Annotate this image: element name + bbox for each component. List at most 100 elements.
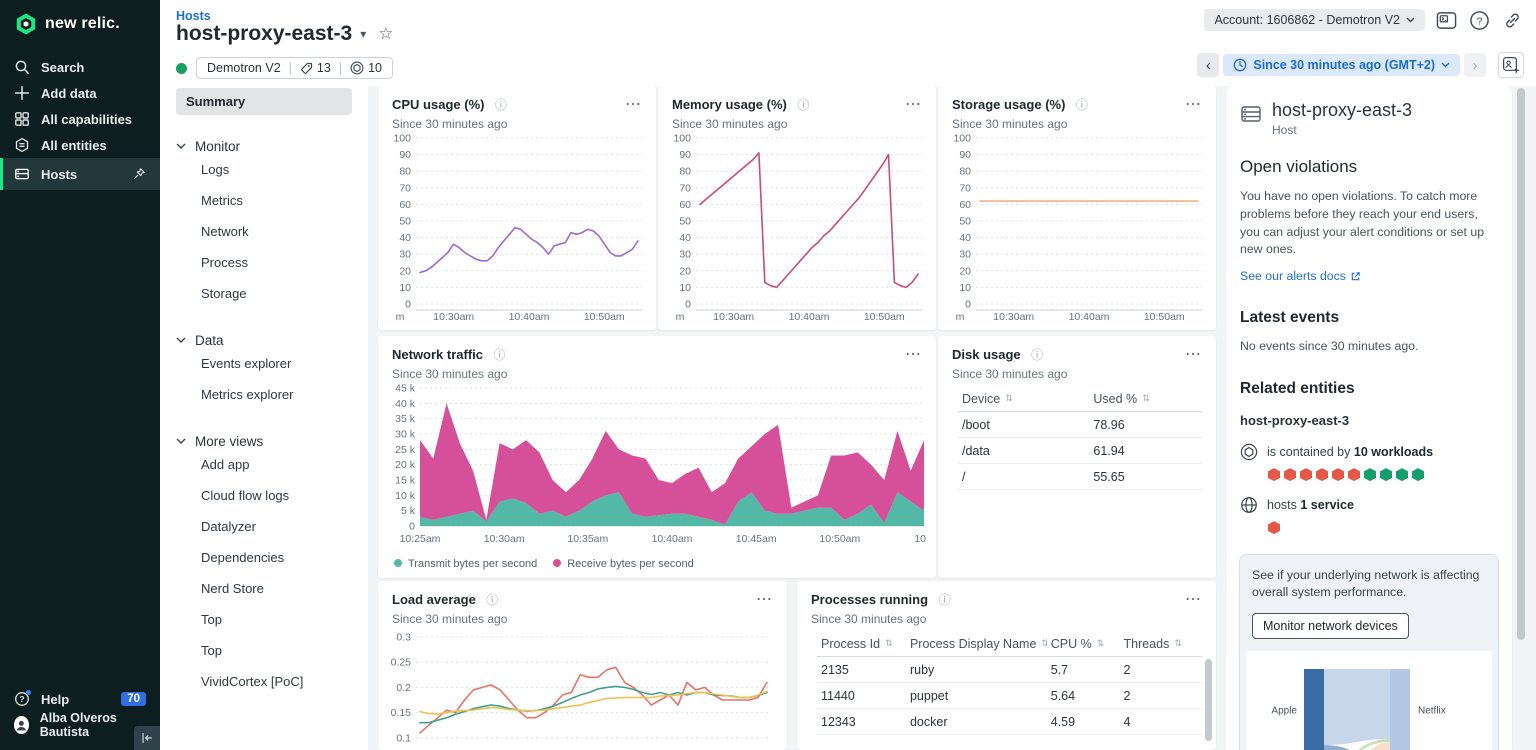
card-menu-icon[interactable]: ⋯: [905, 344, 922, 364]
column-header[interactable]: Used %⇅: [1089, 392, 1202, 406]
subnav-item-metrics-explorer[interactable]: Metrics explorer: [176, 379, 352, 410]
subnav-item-dependencies[interactable]: Dependencies: [176, 542, 352, 573]
card-menu-icon[interactable]: ⋯: [905, 94, 922, 114]
info-icon[interactable]: ⓘ: [1076, 98, 1088, 112]
network-sankey-chart[interactable]: AppleMicrosoft AzureNetflixAmazon + AWSA…: [1246, 651, 1492, 750]
sidebar-item-hosts[interactable]: Hosts: [0, 158, 160, 190]
time-picker[interactable]: Since 30 minutes ago (GMT+2): [1223, 54, 1460, 76]
card-menu-icon[interactable]: ⋯: [1185, 344, 1202, 364]
card-menu-icon[interactable]: ⋯: [1185, 589, 1202, 609]
card-menu-icon[interactable]: ⋯: [1185, 94, 1202, 114]
query-console-button[interactable]: [1434, 8, 1458, 32]
copy-link-button[interactable]: [1500, 8, 1524, 32]
column-header[interactable]: Threads⇅: [1120, 637, 1202, 651]
entity-hexagon[interactable]: [1411, 468, 1425, 481]
subnav-section-more-views[interactable]: More views: [176, 434, 352, 449]
entity-hexagon[interactable]: [1283, 468, 1297, 481]
title-chevron-down-icon[interactable]: ▾: [360, 27, 366, 41]
subnav-item-add-app[interactable]: Add app: [176, 449, 352, 480]
subnav-item-storage[interactable]: Storage: [176, 278, 352, 309]
info-icon[interactable]: ⓘ: [1031, 348, 1043, 362]
subnav-item-logs[interactable]: Logs: [176, 154, 352, 185]
subnav-item-events-explorer[interactable]: Events explorer: [176, 348, 352, 379]
pin-icon[interactable]: [132, 167, 146, 181]
help-center-button[interactable]: ?: [1467, 8, 1491, 32]
subnav-section-data[interactable]: Data: [176, 333, 352, 348]
subnav-item-datalyzer[interactable]: Datalyzer: [176, 511, 352, 542]
table-row[interactable]: /55.65: [958, 464, 1202, 490]
monitor-network-devices-button[interactable]: Monitor network devices: [1252, 613, 1409, 639]
table-scrollbar[interactable]: [1205, 659, 1212, 741]
subnav-item-process[interactable]: Process: [176, 247, 352, 278]
time-forward-button[interactable]: ›: [1464, 53, 1486, 77]
entity-hexagon[interactable]: [1267, 468, 1281, 481]
network-traffic-chart[interactable]: 05 k10 k15 k20 k25 k30 k35 k40 k45 k10:2…: [386, 382, 928, 546]
subnav-item-vividcortex-poc-[interactable]: VividCortex [PoC]: [176, 666, 352, 697]
column-header[interactable]: Device⇅: [958, 392, 1089, 406]
sidebar-item-all-capabilities[interactable]: All capabilities: [0, 106, 160, 132]
column-header[interactable]: CPU %⇅: [1047, 637, 1120, 651]
table-row[interactable]: 12343docker4.594: [817, 709, 1202, 735]
table-row[interactable]: 2135ruby5.72: [817, 657, 1202, 683]
entity-hexagon[interactable]: [1331, 468, 1345, 481]
info-icon[interactable]: ⓘ: [495, 98, 507, 112]
workload-hexagons[interactable]: [1267, 468, 1498, 481]
sort-icon[interactable]: ⇅: [1097, 639, 1105, 648]
table-row[interactable]: /boot78.96: [958, 412, 1202, 438]
sidebar-item-search[interactable]: Search: [0, 54, 160, 80]
account-switcher[interactable]: Account: 1606862 - Demotron V2: [1204, 9, 1425, 31]
notification-dot: [26, 690, 31, 695]
new-relic-logo[interactable]: new relic.: [0, 0, 160, 46]
entity-hexagon[interactable]: [1363, 468, 1377, 481]
table-row[interactable]: 11440puppet5.642: [817, 683, 1202, 709]
subnav-item-nerd-store[interactable]: Nerd Store: [176, 573, 352, 604]
column-header[interactable]: Process Display Name⇅: [906, 637, 1047, 651]
table-row[interactable]: /data61.94: [958, 438, 1202, 464]
info-icon[interactable]: ⓘ: [493, 348, 505, 362]
subnav-item-summary[interactable]: Summary: [176, 88, 352, 115]
cpu-usage-chart[interactable]: 0102030405060708090100m10:30am10:40am10:…: [386, 132, 648, 324]
sidebar-item-add-data[interactable]: Add data: [0, 80, 160, 106]
entity-hexagon[interactable]: [1395, 468, 1409, 481]
info-icon[interactable]: ⓘ: [797, 98, 809, 112]
svg-text:40: 40: [399, 232, 411, 244]
page-scrollbar[interactable]: [1517, 88, 1525, 640]
subnav-item-metrics[interactable]: Metrics: [176, 185, 352, 216]
time-back-button[interactable]: ‹: [1197, 53, 1219, 77]
alerts-docs-link[interactable]: See our alerts docs: [1240, 269, 1361, 283]
add-to-dashboard-button[interactable]: [1498, 52, 1524, 78]
card-menu-icon[interactable]: ⋯: [625, 94, 642, 114]
entity-hexagon[interactable]: [1315, 468, 1329, 481]
column-header[interactable]: Process Id⇅: [817, 637, 906, 651]
sidebar-item-all-entities[interactable]: All entities: [0, 132, 160, 158]
subnav-item-top[interactable]: Top: [176, 604, 352, 635]
related-entities-heading: Related entities: [1240, 380, 1498, 398]
sort-icon[interactable]: ⇅: [1005, 394, 1013, 403]
info-icon[interactable]: ⓘ: [939, 593, 951, 607]
sort-icon[interactable]: ⇅: [885, 639, 893, 648]
memory-usage-chart[interactable]: 0102030405060708090100m10:30am10:40am10:…: [666, 132, 928, 324]
info-icon[interactable]: ⓘ: [486, 593, 498, 607]
subnav-item-top[interactable]: Top: [176, 635, 352, 666]
load-average-chart[interactable]: 0.050.10.150.20.250.3: [386, 627, 779, 750]
subnav-item-network[interactable]: Network: [176, 216, 352, 247]
service-hexagons[interactable]: [1267, 521, 1498, 534]
entity-hexagon[interactable]: [1347, 468, 1361, 481]
sort-icon[interactable]: ⇅: [1174, 639, 1182, 648]
card-menu-icon[interactable]: ⋯: [756, 589, 773, 609]
favorite-star-icon[interactable]: ☆: [378, 24, 393, 44]
entity-hexagon[interactable]: [1299, 468, 1313, 481]
entity-hexagon[interactable]: [1267, 521, 1281, 534]
breadcrumb[interactable]: Hosts: [176, 9, 211, 23]
svg-text:10:30am: 10:30am: [484, 533, 525, 545]
entity-hexagon[interactable]: [1379, 468, 1393, 481]
entity-meta-pill[interactable]: Demotron V2 | 13 | 10: [196, 57, 393, 79]
legend-item-receive[interactable]: Receive bytes per second: [553, 558, 694, 570]
collapse-sidebar-button[interactable]: [134, 726, 160, 750]
legend-item-transmit[interactable]: Transmit bytes per second: [394, 558, 537, 570]
subnav-section-monitor[interactable]: Monitor: [176, 139, 352, 154]
storage-usage-chart[interactable]: 0102030405060708090100m10:30am10:40am10:…: [946, 132, 1208, 324]
subnav-item-cloud-flow-logs[interactable]: Cloud flow logs: [176, 480, 352, 511]
sidebar-item-help[interactable]: ? Help 70: [0, 686, 160, 712]
sort-icon[interactable]: ⇅: [1142, 394, 1150, 403]
